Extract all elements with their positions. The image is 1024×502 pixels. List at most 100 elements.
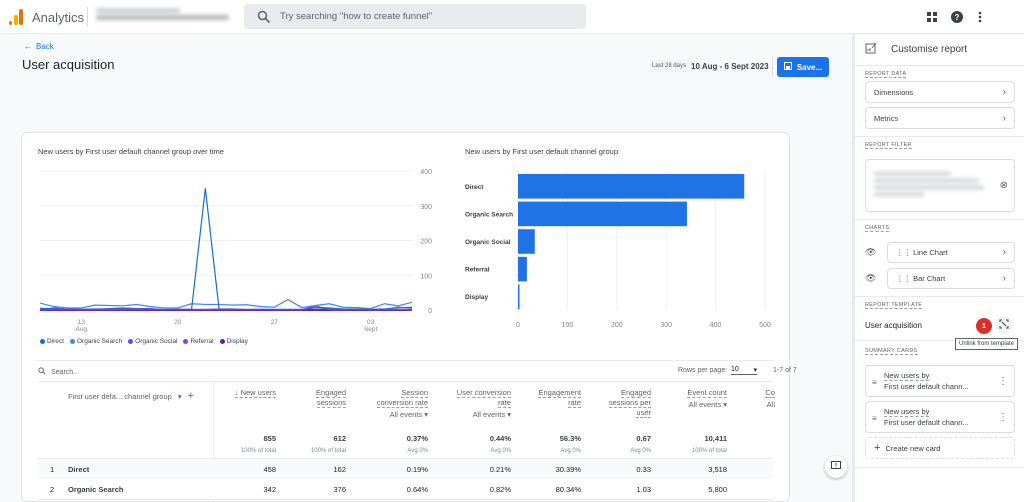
bar[interactable] [518,256,527,282]
rows-per-page-select[interactable]: 10 ▾ [731,366,758,375]
chart-item-bar[interactable]: 👁 ⋮⋮ Bar Chart › [865,268,1015,289]
column-total: 56.3% Avg 0% [560,434,581,454]
table-row[interactable]: 1 Direct 458 162 0.19% 0.21% 30.39% 0.33 3,518 [38,459,773,479]
total-note: Avg 0% [560,448,581,454]
column-header[interactable]: Event count All events ▾ [687,388,727,410]
column-header-label: sessions [316,398,346,408]
column-header[interactable]: Engaged sessions per user [608,388,651,418]
total-note: Avg 0% [490,448,511,454]
drag-handle-icon[interactable]: ⋮⋮ [896,248,911,257]
dimension-header-label: First user defa... channel group [68,391,172,401]
column-header-label: Engagement [538,388,581,398]
template-name: User acquisition [865,321,922,330]
y-tick-label: 100 [420,273,432,280]
column-header[interactable]: Session conversion rate All events ▾ [376,388,428,420]
summary-card[interactable]: ≡ New users by First user default chann.… [865,401,1015,433]
search-bar[interactable]: Try searching "how to create funnel" [244,4,586,29]
dropdown-arrow-icon[interactable]: ▾ [178,392,182,401]
total-note: 100% of total [240,448,276,454]
more-vert-icon[interactable]: ⋮ [998,412,1008,423]
more-vert-icon[interactable]: ⋮ [998,376,1008,387]
date-preset: Last 28 days [650,60,689,72]
legend-label: Direct [47,338,64,345]
row-dimension-value[interactable]: Direct [68,465,89,474]
chevron-right-icon: › [1002,273,1006,284]
chevron-right-icon: › [1002,86,1006,98]
divider [855,136,1024,137]
event-filter-dropdown[interactable]: All events ▾ [687,400,727,410]
total-value: 855 [263,434,276,443]
drag-handle-icon[interactable]: ⋮⋮ [896,274,911,283]
more-vert-icon[interactable] [973,10,987,24]
feedback-icon [831,458,841,476]
column-header-label: conversion rate [376,398,428,408]
bar[interactable] [518,201,687,227]
visibility-icon[interactable]: 👁 [865,273,877,284]
column-header[interactable]: Engagement rate [538,388,581,408]
bar-chart-title: New users by First user default channel … [465,147,618,156]
cell-value: 0.82% [489,485,511,494]
x-tick-label: 03 [367,319,375,326]
column-header[interactable]: Engaged sessions [315,388,346,408]
row-index: 1 [50,465,55,474]
divider [772,57,773,77]
column-header[interactable]: Co All [765,388,775,410]
search-placeholder: Try searching "how to create funnel" [280,11,433,22]
bar[interactable] [518,174,745,199]
legend-label: Display [226,338,248,345]
table-row[interactable]: 2 Organic Search 342 376 0.64% 0.82% 80.34% 1.0… [38,479,773,499]
dimensions-button[interactable]: Dimensions › [865,81,1015,103]
dimension-header[interactable]: First user defa... channel group ▾ + [68,390,194,402]
line-chart-legend: Direct Organic Search Organic Social Referr… [40,338,248,345]
cell-value: 30.39% [555,465,581,474]
legend-label: Organic Search [76,338,123,345]
back-link[interactable]: ← Back [24,42,54,51]
feedback-button[interactable] [825,456,847,478]
chart-item-line[interactable]: 👁 ⋮⋮ Line Chart › [865,242,1015,263]
column-header[interactable]: User conversion rate All events ▾ [456,388,511,420]
column-header[interactable]: ↓ New users [234,388,276,398]
cell-value: 0.19% [406,465,428,474]
legend-item[interactable]: Display [219,338,248,345]
summary-card[interactable]: ≡ New users by First user default chann.… [865,365,1015,397]
analytics-logo-icon[interactable] [9,9,23,25]
table-search[interactable]: Search... [38,367,79,377]
app-name: Analytics [32,10,85,25]
table-icon: ≡ [872,414,877,423]
create-new-card-button[interactable]: + Create new card [865,437,1015,459]
report-filter-box[interactable]: ⊗ [865,159,1015,212]
help-icon[interactable]: ? [950,10,964,24]
summary-card-title: New users by [884,371,930,381]
y-tick-label: 400 [420,169,432,176]
metrics-button[interactable]: Metrics › [865,107,1015,129]
row-dimension-value[interactable]: Organic Search [68,485,123,494]
add-dimension-icon[interactable]: + [188,390,194,402]
legend-item[interactable]: Organic Social [128,338,177,345]
divider [38,499,773,500]
bar[interactable] [518,284,520,309]
dimensions-label: Dimensions [874,87,914,97]
divider [87,7,88,27]
category-label: Organic Social [465,239,511,246]
event-filter-dropdown[interactable]: All [765,400,775,410]
bar[interactable] [518,229,535,254]
legend-item[interactable]: Organic Search [69,338,123,345]
total-value: 56.3% [559,434,581,443]
x-tick-label: 13 [78,319,86,326]
event-filter-dropdown[interactable]: All events ▾ [457,410,511,420]
save-button[interactable]: Save... [777,57,829,77]
visibility-icon[interactable]: 👁 [865,247,877,258]
apps-grid-icon[interactable] [925,10,939,24]
account-selector[interactable] [96,6,236,28]
legend-item[interactable]: Referral [183,338,214,345]
event-filter-dropdown[interactable]: All events ▾ [377,410,428,420]
column-header-label: Event count [687,388,727,398]
plus-icon: + [874,442,881,454]
x-tick-label: 500 [759,322,771,329]
legend-dot-icon [219,339,225,344]
remove-filter-icon[interactable]: ⊗ [1000,180,1008,191]
legend-item[interactable]: Direct [40,338,64,345]
unlink-template-button[interactable] [995,316,1013,334]
date-range-picker[interactable]: Last 28 days 10 Aug - 6 Sept 2023 [650,60,769,72]
column-header-label: rate [498,398,511,408]
